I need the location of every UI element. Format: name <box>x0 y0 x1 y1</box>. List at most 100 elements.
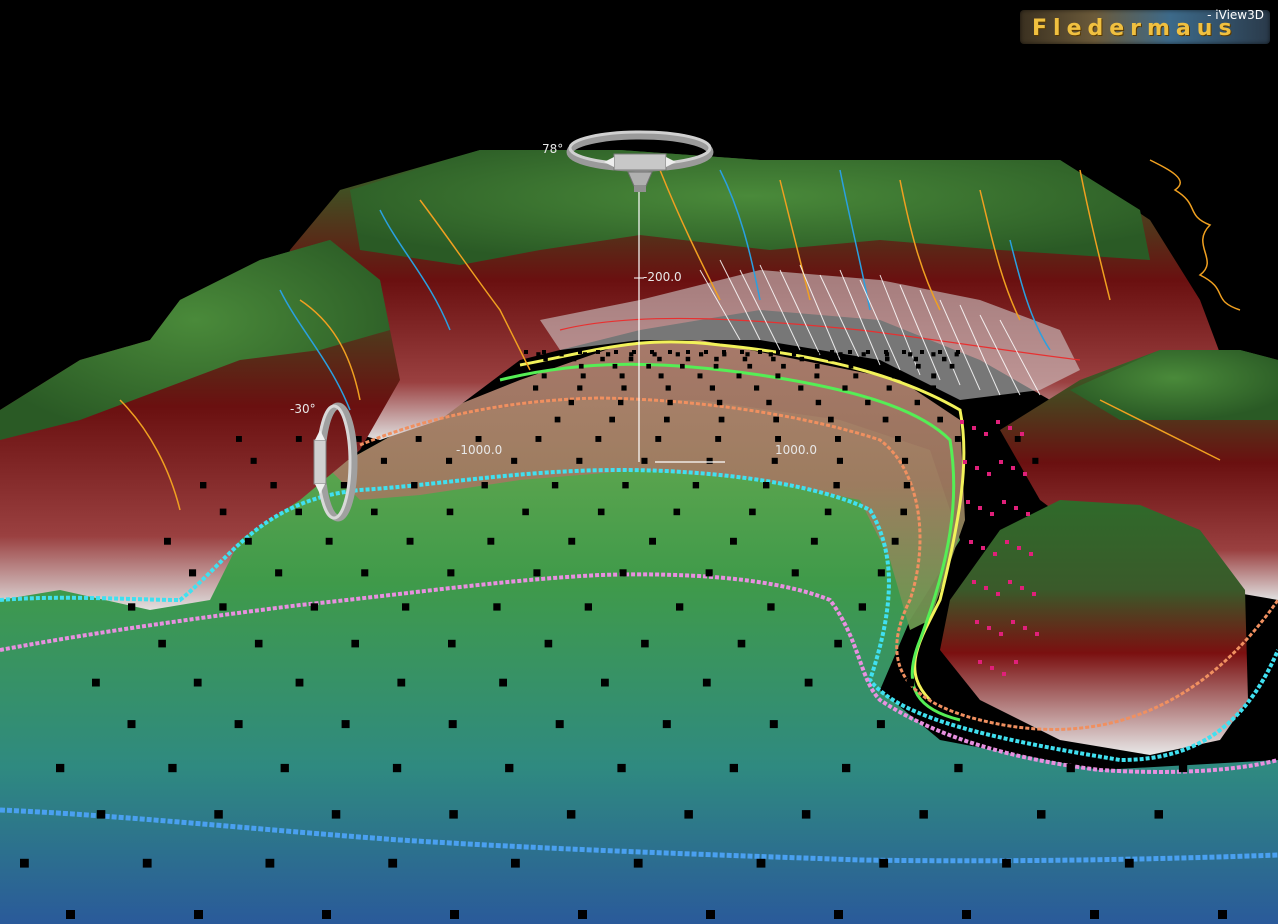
sample-point <box>629 352 634 357</box>
sample-point <box>577 385 583 391</box>
sample-point <box>1066 763 1075 773</box>
magenta-point <box>975 620 979 624</box>
sample-point <box>1032 457 1039 464</box>
sample-point <box>295 678 304 687</box>
sample-point <box>1002 858 1011 868</box>
sample-point <box>1218 910 1227 919</box>
sample-point <box>692 482 700 489</box>
magenta-point <box>1029 552 1033 556</box>
sample-point <box>931 373 937 379</box>
sample-point <box>736 373 742 379</box>
sample-point <box>884 352 890 357</box>
sample-point <box>578 350 582 354</box>
sample-point <box>930 385 936 391</box>
sample-point <box>799 356 805 362</box>
sample-point <box>771 457 778 464</box>
sample-point <box>676 603 684 611</box>
sample-point <box>773 416 779 423</box>
sample-point <box>606 352 611 357</box>
magenta-point <box>960 420 964 424</box>
sample-point <box>193 678 202 687</box>
sample-point <box>641 457 648 464</box>
sample-point <box>633 858 643 868</box>
sample-point <box>1178 763 1188 773</box>
sample-point <box>891 537 899 545</box>
sample-point <box>706 457 713 464</box>
sample-point <box>533 385 539 391</box>
terrain-scene[interactable] <box>0 0 1278 924</box>
magenta-point <box>1008 580 1012 584</box>
sample-point <box>828 416 834 423</box>
sample-point <box>801 810 811 819</box>
sample-point <box>848 363 854 369</box>
sample-point <box>596 350 600 354</box>
sample-point <box>522 508 529 516</box>
sample-point <box>730 537 737 545</box>
sample-point <box>718 416 725 423</box>
sample-point <box>618 399 624 406</box>
sample-point <box>937 416 943 423</box>
sample-point <box>836 457 843 464</box>
sample-point <box>127 720 136 729</box>
sample-point <box>830 350 834 354</box>
sample-point <box>763 482 770 489</box>
sample-point <box>745 352 750 357</box>
sample-point <box>697 373 703 379</box>
sample-point <box>848 350 852 354</box>
left-scale-label: -1000.0 <box>456 443 503 457</box>
sample-point <box>876 720 885 729</box>
3d-viewport[interactable]: 78° -30° -200.0 -1000.0 1000.0 Fledermau… <box>0 0 1278 924</box>
sample-point <box>449 810 458 819</box>
sample-point <box>535 436 542 442</box>
sample-point <box>475 436 482 442</box>
sample-point <box>667 399 673 406</box>
sample-point <box>942 356 947 362</box>
sample-point <box>392 763 402 773</box>
sample-point <box>902 350 906 354</box>
front-island <box>940 500 1248 755</box>
sample-point <box>824 508 832 516</box>
sample-point <box>713 363 719 369</box>
pitch-angle-label: 78° <box>542 142 564 156</box>
sample-point <box>295 436 302 442</box>
sample-point <box>842 763 851 773</box>
sample-point <box>892 373 898 379</box>
sample-point <box>1090 910 1099 919</box>
magenta-point <box>1035 632 1039 636</box>
sample-point <box>641 639 649 648</box>
sample-point <box>310 603 318 611</box>
sample-point <box>448 720 457 729</box>
sample-point <box>578 910 587 919</box>
sample-point <box>164 537 171 545</box>
sample-point <box>749 508 756 516</box>
sample-point <box>621 385 627 391</box>
sample-point <box>914 399 920 406</box>
sample-point <box>877 569 885 577</box>
sample-point <box>406 537 414 545</box>
sample-point <box>662 720 671 729</box>
sample-point <box>158 639 166 648</box>
sample-point <box>791 569 799 577</box>
sample-point <box>536 352 541 357</box>
magenta-point <box>1014 660 1018 664</box>
sample-point <box>1154 810 1163 819</box>
fledermaus-logo: Fledermaus - iView3D <box>1020 8 1270 44</box>
sample-point <box>835 436 841 442</box>
sample-point <box>1124 858 1134 868</box>
sample-point <box>714 356 719 362</box>
sample-point <box>767 603 775 611</box>
magenta-point <box>1008 426 1012 430</box>
sample-point <box>655 436 662 442</box>
sample-point <box>834 910 843 919</box>
sample-point <box>686 350 690 354</box>
sample-point <box>658 373 664 379</box>
magenta-point <box>996 420 1000 424</box>
sample-point <box>834 639 842 648</box>
sample-point <box>668 350 672 354</box>
sample-point <box>967 457 974 464</box>
sample-point <box>866 350 870 354</box>
sample-point <box>954 763 963 773</box>
sample-point <box>810 537 818 545</box>
sample-point <box>815 352 820 357</box>
sample-point <box>886 385 892 391</box>
